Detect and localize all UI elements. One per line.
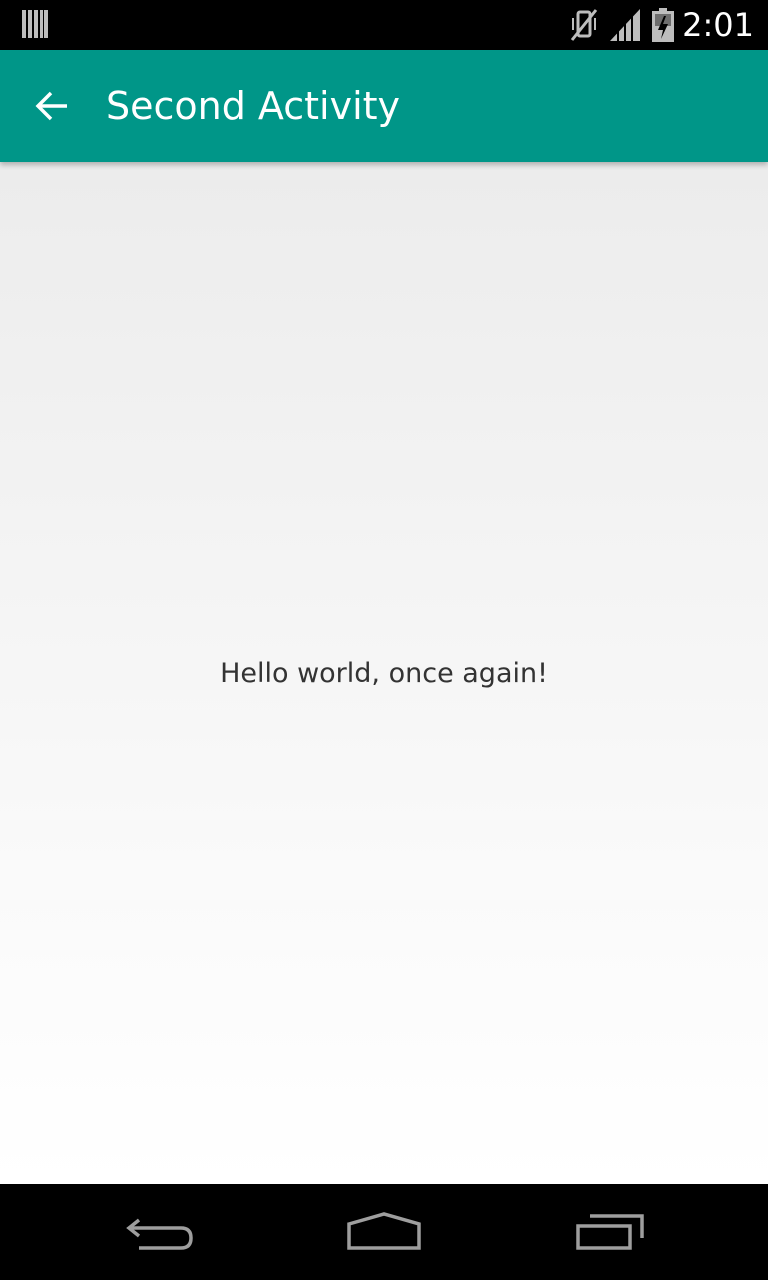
nav-recents-button[interactable]: [560, 1202, 660, 1262]
home-icon: [347, 1212, 421, 1250]
status-time: 2:01: [682, 6, 754, 44]
nav-back-button[interactable]: [110, 1202, 210, 1262]
back-button[interactable]: [20, 74, 84, 138]
content-area: Hello world, once again!: [0, 162, 768, 1184]
arrow-back-icon: [35, 91, 67, 121]
vibrate-muted-icon: [570, 9, 598, 41]
navigation-bar: [0, 1184, 768, 1280]
battery-icon: [652, 8, 675, 42]
hello-message: Hello world, once again!: [220, 658, 548, 689]
back-icon: [126, 1218, 193, 1250]
status-bar: 2:01: [0, 0, 768, 50]
notification-barcode-icon: [22, 10, 48, 38]
recents-icon: [576, 1214, 644, 1250]
screen: 2:01 Second Activity Hello world, once a…: [0, 0, 768, 1280]
status-icons: 2:01: [558, 0, 754, 50]
signal-icon: [610, 9, 641, 41]
app-bar: Second Activity: [0, 50, 768, 162]
nav-home-button[interactable]: [334, 1202, 434, 1262]
page-title: Second Activity: [106, 84, 401, 128]
